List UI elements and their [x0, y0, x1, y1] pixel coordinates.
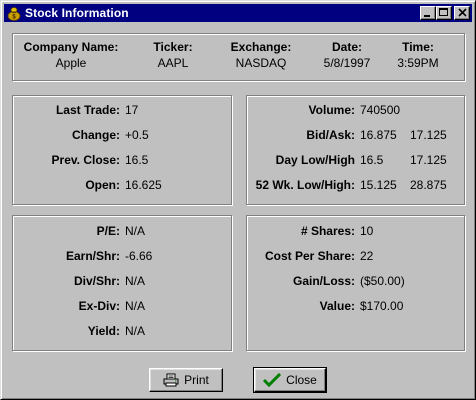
print-button-label: Print — [184, 373, 209, 387]
yield-value: N/A — [125, 324, 146, 338]
yield-label: Yield: — [87, 324, 120, 338]
earn-per-share-label: Earn/Shr: — [65, 249, 120, 263]
holding-group — [246, 215, 465, 351]
day-high-value: 17.125 — [410, 153, 447, 167]
volume-value: 740500 — [360, 103, 401, 117]
open-value: 16.625 — [125, 178, 162, 192]
last-trade-label: Last Trade: — [55, 103, 120, 117]
prev-close-label: Prev. Close: — [51, 153, 120, 167]
time-label: Time: — [402, 40, 434, 54]
date-value: 5/8/1997 — [323, 56, 371, 70]
div-per-share-value: N/A — [125, 274, 146, 288]
shares-value: 10 — [360, 224, 374, 238]
maximize-button[interactable] — [436, 6, 452, 20]
change-value: +0.5 — [125, 128, 149, 142]
52wk-low-value: 15.125 — [360, 178, 397, 192]
ticker-value: AAPL — [157, 56, 189, 70]
open-label: Open: — [85, 178, 120, 192]
prev-close-value: 16.5 — [125, 153, 149, 167]
trade-group — [12, 95, 232, 205]
last-trade-value: 17 — [125, 103, 139, 117]
cost-per-share-label: Cost Per Share: — [264, 249, 355, 263]
value-label: Value: — [319, 299, 355, 313]
pe-label: P/E: — [96, 224, 120, 238]
date-label: Date: — [331, 40, 363, 54]
maximize-icon — [439, 8, 448, 16]
window-title: Stock Information — [25, 6, 129, 20]
ex-div-label: Ex-Div: — [78, 299, 120, 313]
gain-loss-value: ($50.00) — [360, 274, 405, 288]
ask-value: 17.125 — [410, 128, 447, 142]
value-value: $170.00 — [360, 299, 404, 313]
close-window-button[interactable] — [454, 6, 470, 20]
close-icon — [458, 8, 467, 20]
cost-per-share-value: 22 — [360, 249, 374, 263]
gain-loss-label: Gain/Loss: — [292, 274, 355, 288]
checkmark-icon — [263, 373, 282, 387]
company-name-value: Apple — [55, 56, 87, 70]
52wk-high-value: 28.875 — [410, 178, 447, 192]
fundamentals-group — [12, 215, 232, 351]
ticker-label: Ticker: — [153, 40, 193, 54]
stock-info-window: $ Stock Information Company Name: Apple … — [0, 0, 476, 400]
time-value: 3:59PM — [397, 56, 439, 70]
print-button[interactable]: Print — [149, 368, 223, 392]
company-name-label: Company Name: — [23, 40, 119, 54]
shares-label: # Shares: — [300, 224, 355, 238]
printer-icon — [163, 373, 179, 387]
close-button-label: Close — [286, 373, 317, 387]
day-low-value: 16.5 — [360, 153, 384, 167]
ex-div-value: N/A — [125, 299, 146, 313]
bid-ask-label: Bid/Ask: — [306, 128, 355, 142]
div-per-share-label: Div/Shr: — [73, 274, 120, 288]
day-low-high-label: Day Low/High — [275, 153, 355, 167]
minimize-icon — [424, 15, 430, 17]
exchange-value: NASDAQ — [235, 56, 287, 70]
title-bar[interactable]: $ Stock Information — [4, 4, 472, 22]
close-button[interactable]: Close — [253, 367, 327, 393]
exchange-label: Exchange: — [230, 40, 292, 54]
pe-value: N/A — [125, 224, 146, 238]
volume-label: Volume: — [308, 103, 355, 117]
money-bag-icon: $ — [6, 5, 22, 21]
change-label: Change: — [72, 128, 120, 142]
earn-per-share-value: -6.66 — [125, 249, 153, 263]
52wk-low-high-label: 52 Wk. Low/High: — [255, 178, 355, 192]
minimize-button[interactable] — [420, 6, 436, 20]
bid-value: 16.875 — [360, 128, 397, 142]
